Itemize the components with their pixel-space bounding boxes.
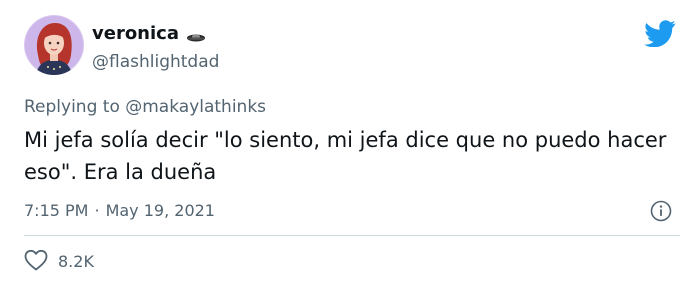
twitter-bird-icon[interactable] [644, 20, 676, 51]
display-name[interactable]: veronica [92, 23, 179, 45]
tweet-card: veronica @flashlightdad Replying to @mak… [0, 0, 700, 289]
meta-separator: · [94, 201, 100, 220]
replying-to: Replying to @makaylathinks [24, 96, 266, 118]
info-icon[interactable] [650, 200, 672, 226]
tweet-date: May 19, 2021 [105, 201, 215, 220]
tweet-timestamp[interactable]: 7:15 PM · May 19, 2021 [24, 200, 215, 222]
replying-to-label: Replying to [24, 97, 120, 117]
avatar[interactable] [24, 15, 84, 75]
like-count: 8.2K [58, 252, 94, 271]
heart-icon [24, 249, 48, 275]
tweet-time: 7:15 PM [24, 201, 89, 220]
user-handle[interactable]: @flashlightdad [92, 52, 219, 72]
reply-mention-link[interactable]: @makaylathinks [125, 97, 266, 117]
divider [24, 235, 680, 236]
like-button[interactable]: 8.2K [24, 249, 94, 275]
avatar-illustration [24, 15, 84, 75]
tweet-text: Mi jefa solía decir "lo siento, mi jefa … [24, 128, 667, 184]
ufo-icon [186, 28, 206, 47]
